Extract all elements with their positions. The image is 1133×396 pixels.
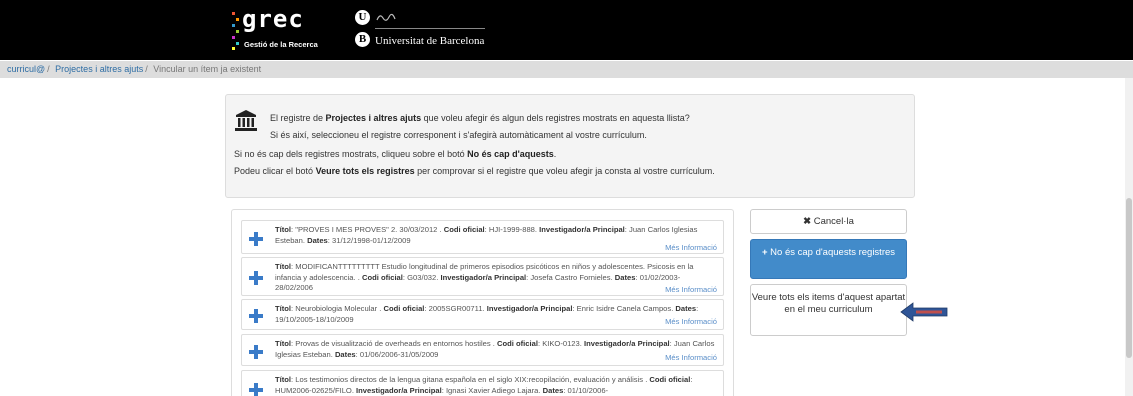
- add-plus-icon[interactable]: [247, 307, 264, 324]
- logo-pixels: [232, 12, 239, 50]
- add-plus-icon[interactable]: [247, 381, 264, 396]
- breadcrumb-projectes[interactable]: Projectes i altres ajuts: [55, 64, 143, 74]
- breadcrumb-current: Vincular un ítem ja existent: [153, 64, 262, 74]
- list-item: Títol: Neurobiologia Molecular . Codi of…: [241, 299, 724, 330]
- page-scrollbar[interactable]: [1125, 78, 1133, 396]
- item-text: Títol: "PROVES I MES PROVES" 2. 30/03/20…: [275, 225, 698, 245]
- list-item: Títol: Los testimonios directos de la le…: [241, 370, 724, 396]
- list-item: Títol: Provas de visualització de overhe…: [241, 334, 724, 366]
- add-plus-icon[interactable]: [247, 230, 264, 247]
- bank-icon: [235, 110, 257, 131]
- more-info-link[interactable]: Més Informació: [665, 285, 717, 294]
- pointer-arrow-icon: [900, 302, 948, 322]
- list-item: Títol: MODIFICANTTTTTTTTT Estudio longit…: [241, 257, 724, 296]
- add-plus-icon[interactable]: [247, 343, 264, 360]
- more-info-link[interactable]: Més Informació: [665, 243, 717, 252]
- info-line-4: Podeu clicar el botó Veure tots els regi…: [234, 166, 715, 176]
- info-line-2: Si és així, seleccioneu el registre corr…: [270, 130, 647, 140]
- info-line-3: Si no és cap dels registres mostrats, cl…: [234, 149, 557, 159]
- none-of-these-button[interactable]: + No és cap d'aquests registres: [750, 239, 907, 279]
- item-text: Títol: Provas de visualització de overhe…: [275, 339, 715, 359]
- info-panel: El registre de Projectes i altres ajuts …: [225, 94, 915, 198]
- none-of-these-label: No és cap d'aquests registres: [770, 247, 896, 258]
- item-text: Títol: Neurobiologia Molecular . Codi of…: [275, 304, 699, 324]
- view-all-label: Veure tots els items d'aquest apartat en…: [751, 292, 906, 315]
- logo-subtitle: Gestió de la Recerca: [244, 40, 318, 49]
- item-text: Títol: MODIFICANTTTTTTTTT Estudio longit…: [275, 262, 694, 292]
- scrollbar-thumb[interactable]: [1126, 198, 1132, 358]
- ub-u-mark: U: [355, 10, 370, 25]
- close-icon: ✖: [803, 216, 812, 227]
- more-info-link[interactable]: Més Informació: [665, 317, 717, 326]
- ub-divider: [375, 28, 485, 29]
- plus-icon: +: [761, 247, 768, 258]
- ub-seal-icon: [376, 13, 396, 21]
- breadcrumb-curricula[interactable]: curricul@: [7, 64, 45, 74]
- top-header: grec Gestió de la Recerca U B Universita…: [0, 0, 1133, 60]
- university-name: Universitat de Barcelona: [375, 35, 485, 47]
- cancel-label: Cancel·la: [813, 216, 854, 227]
- item-text: Títol: Los testimonios directos de la le…: [275, 375, 693, 395]
- breadcrumb-separator: /: [47, 64, 50, 74]
- university-logo[interactable]: U B Universitat de Barcelona: [355, 8, 495, 54]
- add-plus-icon[interactable]: [247, 269, 264, 286]
- view-all-button[interactable]: Veure tots els items d'aquest apartat en…: [750, 284, 907, 336]
- info-line-1: El registre de Projectes i altres ajuts …: [270, 113, 690, 123]
- more-info-link[interactable]: Més Informació: [665, 353, 717, 362]
- cancel-button[interactable]: ✖ Cancel·la: [750, 209, 907, 234]
- list-item: Títol: "PROVES I MES PROVES" 2. 30/03/20…: [241, 220, 724, 254]
- grec-logo[interactable]: grec Gestió de la Recerca: [230, 4, 340, 54]
- ub-b-mark: B: [355, 32, 370, 47]
- records-list: Títol: "PROVES I MES PROVES" 2. 30/03/20…: [231, 209, 734, 396]
- logo-text: grec: [242, 5, 304, 33]
- breadcrumb-separator: /: [145, 64, 148, 74]
- breadcrumb: curricul@ / Projectes i altres ajuts / Vin…: [0, 61, 1133, 78]
